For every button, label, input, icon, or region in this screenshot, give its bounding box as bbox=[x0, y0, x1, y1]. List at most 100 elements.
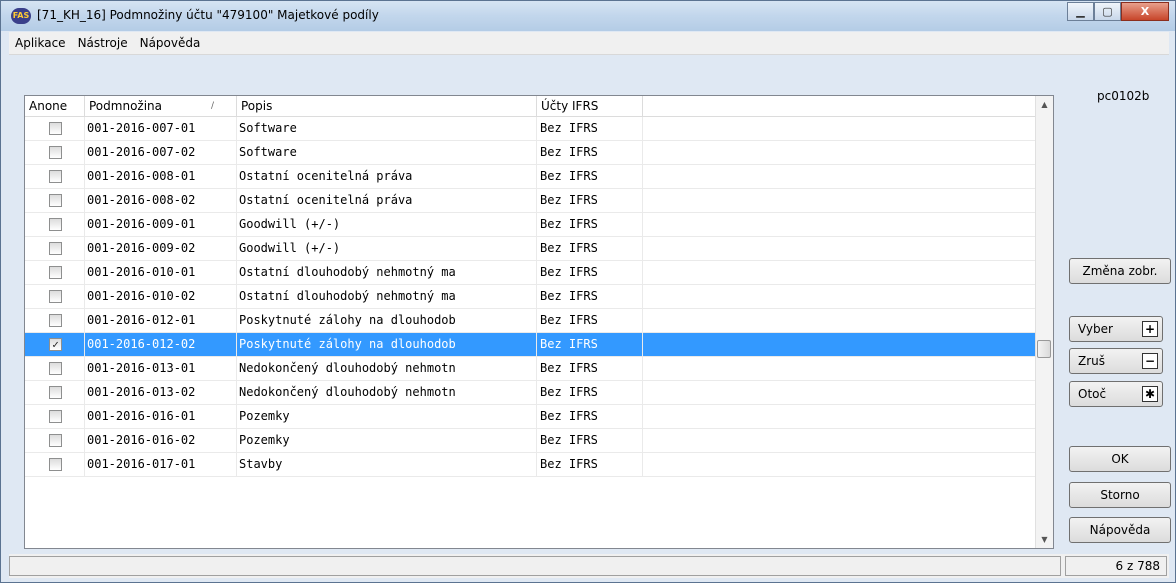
row-checkbox[interactable] bbox=[49, 434, 62, 447]
row-checkbox[interactable] bbox=[49, 458, 62, 471]
subset-code-cell: 001-2016-016-01 bbox=[85, 405, 237, 428]
description-cell: Poskytnuté zálohy na dlouhodob bbox=[237, 309, 537, 332]
maximize-button[interactable]: ▢ bbox=[1094, 2, 1121, 21]
ifrs-accounts-cell: Bez IFRS bbox=[537, 237, 643, 260]
empty-cell bbox=[643, 309, 1037, 332]
description-cell: Pozemky bbox=[237, 405, 537, 428]
row-checkbox-cell bbox=[25, 189, 85, 212]
empty-cell bbox=[643, 237, 1037, 260]
ifrs-accounts-cell: Bez IFRS bbox=[537, 357, 643, 380]
row-checkbox[interactable] bbox=[49, 290, 62, 303]
table-row[interactable]: 001-2016-012-01 Poskytnuté zálohy na dlou… bbox=[25, 309, 1037, 333]
table-row[interactable]: 001-2016-009-02 Goodwill (+/-) Bez IFRS bbox=[25, 237, 1037, 261]
vertical-scrollbar[interactable]: ▲ ▼ bbox=[1035, 96, 1053, 548]
column-header-podmnozina-label: Podmnožina bbox=[89, 99, 162, 113]
row-checkbox[interactable] bbox=[49, 314, 62, 327]
row-checkbox[interactable] bbox=[49, 146, 62, 159]
table-row[interactable]: 001-2016-007-02 Software Bez IFRS bbox=[25, 141, 1037, 165]
close-button[interactable]: X bbox=[1121, 2, 1169, 21]
help-button[interactable]: Nápověda bbox=[1069, 517, 1171, 543]
table-row[interactable]: 001-2016-013-01 Nedokončený dlouhodobý ne… bbox=[25, 357, 1037, 381]
row-checkbox-cell bbox=[25, 405, 85, 428]
row-checkbox[interactable] bbox=[49, 362, 62, 375]
table-row[interactable]: 001-2016-009-01 Goodwill (+/-) Bez IFRS bbox=[25, 213, 1037, 237]
table-row[interactable]: 001-2016-016-02 Pozemky Bez IFRS bbox=[25, 429, 1037, 453]
ifrs-accounts-cell: Bez IFRS bbox=[537, 261, 643, 284]
change-view-button[interactable]: Změna zobr. bbox=[1069, 258, 1171, 284]
column-header-podmnozina[interactable]: Podmnožina ∕ bbox=[85, 96, 237, 116]
row-checkbox[interactable] bbox=[49, 218, 62, 231]
subset-code-cell: 001-2016-013-02 bbox=[85, 381, 237, 404]
row-checkbox[interactable] bbox=[49, 122, 62, 135]
title-bar[interactable]: FAS [71_KH_16] Podmnožiny účtu "479100" … bbox=[1, 1, 1175, 31]
select-button[interactable]: Vyber + bbox=[1069, 316, 1163, 342]
table-row[interactable]: 001-2016-007-01 Software Bez IFRS bbox=[25, 117, 1037, 141]
empty-cell bbox=[643, 429, 1037, 452]
table-row[interactable]: 001-2016-008-02 Ostatní ocenitelná práva B… bbox=[25, 189, 1037, 213]
menu-nastroje[interactable]: Nástroje bbox=[72, 36, 134, 50]
select-button-label: Vyber bbox=[1078, 322, 1113, 336]
table-row[interactable]: ✓ 001-2016-012-02 Poskytnuté zálohy na dlo… bbox=[25, 333, 1037, 357]
ifrs-accounts-cell: Bez IFRS bbox=[537, 189, 643, 212]
scroll-down-arrow-icon[interactable]: ▼ bbox=[1036, 531, 1053, 548]
column-header-anone[interactable]: Anone bbox=[25, 96, 85, 116]
subset-code-cell: 001-2016-007-02 bbox=[85, 141, 237, 164]
invert-button[interactable]: Otoč ✱ bbox=[1069, 381, 1163, 407]
empty-cell bbox=[643, 357, 1037, 380]
ifrs-accounts-cell: Bez IFRS bbox=[537, 405, 643, 428]
empty-cell bbox=[643, 261, 1037, 284]
scrollbar-thumb[interactable] bbox=[1037, 340, 1051, 358]
table-row[interactable]: 001-2016-010-02 Ostatní dlouhodobý nehmot… bbox=[25, 285, 1037, 309]
table-row[interactable]: 001-2016-013-02 Nedokončený dlouhodobý ne… bbox=[25, 381, 1037, 405]
description-cell: Poskytnuté zálohy na dlouhodob bbox=[237, 333, 537, 356]
column-header-popis[interactable]: Popis bbox=[237, 96, 537, 116]
description-cell: Ostatní dlouhodobý nehmotný ma bbox=[237, 285, 537, 308]
subset-code-cell: 001-2016-007-01 bbox=[85, 117, 237, 140]
menu-aplikace[interactable]: Aplikace bbox=[9, 36, 72, 50]
deselect-button[interactable]: Zruš − bbox=[1069, 348, 1163, 374]
row-checkbox[interactable] bbox=[49, 194, 62, 207]
description-cell: Software bbox=[237, 117, 537, 140]
empty-cell bbox=[643, 381, 1037, 404]
row-checkbox-cell bbox=[25, 117, 85, 140]
ifrs-accounts-cell: Bez IFRS bbox=[537, 117, 643, 140]
description-cell: Goodwill (+/-) bbox=[237, 237, 537, 260]
record-count: 6 z 788 bbox=[1065, 556, 1167, 576]
row-checkbox-cell bbox=[25, 261, 85, 284]
row-checkbox-cell bbox=[25, 213, 85, 236]
menu-napoveda[interactable]: Nápověda bbox=[134, 36, 207, 50]
table-row[interactable]: 001-2016-008-01 Ostatní ocenitelná práva B… bbox=[25, 165, 1037, 189]
app-window: FAS [71_KH_16] Podmnožiny účtu "479100" … bbox=[0, 0, 1176, 583]
row-checkbox[interactable]: ✓ bbox=[49, 338, 62, 351]
form-id-label: pc0102b bbox=[1097, 89, 1150, 103]
window-controls: ▁ ▢ X bbox=[1067, 2, 1169, 22]
status-message bbox=[9, 556, 1061, 576]
row-checkbox[interactable] bbox=[49, 170, 62, 183]
invert-button-label: Otoč bbox=[1078, 387, 1107, 401]
column-header-empty bbox=[643, 96, 1037, 116]
table-row[interactable]: 001-2016-010-01 Ostatní dlouhodobý nehmot… bbox=[25, 261, 1037, 285]
subset-code-cell: 001-2016-009-02 bbox=[85, 237, 237, 260]
row-checkbox[interactable] bbox=[49, 410, 62, 423]
row-checkbox[interactable] bbox=[49, 242, 62, 255]
empty-cell bbox=[643, 189, 1037, 212]
storno-button[interactable]: Storno bbox=[1069, 482, 1171, 508]
row-checkbox-cell bbox=[25, 453, 85, 476]
ok-button[interactable]: OK bbox=[1069, 446, 1171, 472]
row-checkbox[interactable] bbox=[49, 266, 62, 279]
ifrs-accounts-cell: Bez IFRS bbox=[537, 309, 643, 332]
empty-cell bbox=[643, 213, 1037, 236]
subset-code-cell: 001-2016-010-02 bbox=[85, 285, 237, 308]
minimize-button[interactable]: ▁ bbox=[1067, 2, 1094, 21]
column-header-ucty-ifrs[interactable]: Účty IFRS bbox=[537, 96, 643, 116]
empty-cell bbox=[643, 141, 1037, 164]
status-bar: 6 z 788 bbox=[9, 554, 1169, 578]
table-row[interactable]: 001-2016-017-01 Stavby Bez IFRS bbox=[25, 453, 1037, 477]
grid-rows: 001-2016-007-01 Software Bez IFRS 001-2016-… bbox=[25, 117, 1037, 477]
table-row[interactable]: 001-2016-016-01 Pozemky Bez IFRS bbox=[25, 405, 1037, 429]
description-cell: Software bbox=[237, 141, 537, 164]
empty-cell bbox=[643, 117, 1037, 140]
row-checkbox[interactable] bbox=[49, 386, 62, 399]
scroll-up-arrow-icon[interactable]: ▲ bbox=[1036, 96, 1053, 113]
ifrs-accounts-cell: Bez IFRS bbox=[537, 165, 643, 188]
